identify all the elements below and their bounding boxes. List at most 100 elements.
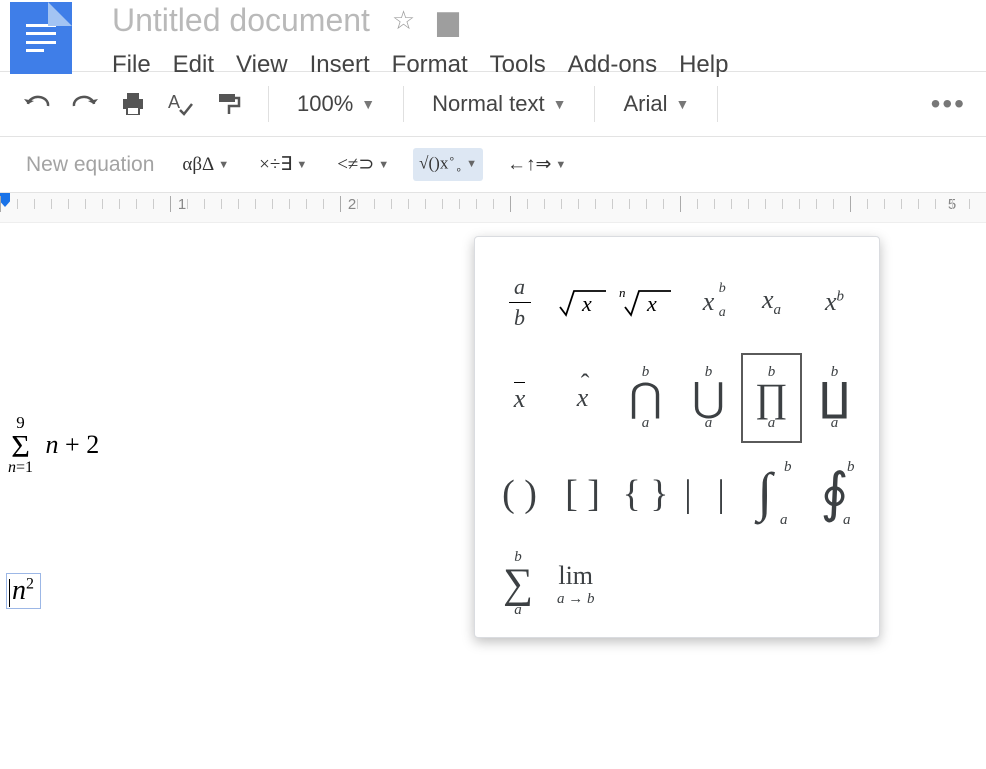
paragraph-style-dropdown[interactable]: Normal text ▼ xyxy=(426,91,572,117)
ruler-tick xyxy=(935,199,936,209)
ruler-tick xyxy=(102,199,103,209)
parens-button[interactable]: ( ) xyxy=(489,449,550,539)
ruler-tick xyxy=(782,199,783,209)
ruler-mark: 2 xyxy=(348,196,356,213)
ruler[interactable]: // ticks generated inline after data scr… xyxy=(0,193,986,223)
cont-integral-button[interactable]: b ∮ a xyxy=(804,449,865,539)
sum-lower: n=1 xyxy=(8,459,33,477)
move-folder-icon[interactable]: ▆ xyxy=(437,4,459,37)
eq-operators-dropdown[interactable]: ×÷∃▼ xyxy=(253,149,313,180)
braces-button[interactable]: { } xyxy=(615,449,676,539)
nthroot-button[interactable]: nx xyxy=(615,257,676,347)
ruler-tick xyxy=(748,199,749,209)
ruler-tick xyxy=(493,199,494,209)
menu-format[interactable]: Format xyxy=(392,51,468,79)
ruler-tick xyxy=(340,196,341,212)
ruler-tick xyxy=(238,199,239,209)
integral-button[interactable]: b ∫ a xyxy=(741,449,802,539)
ruler-mark: 1 xyxy=(178,196,186,213)
ruler-tick xyxy=(850,196,851,212)
eq-relations-dropdown[interactable]: <≠⊃▼ xyxy=(331,149,395,180)
caret-down-icon: ▼ xyxy=(676,96,690,112)
ruler-tick xyxy=(136,199,137,209)
ruler-tick xyxy=(306,199,307,209)
ruler-tick xyxy=(901,199,902,209)
zoom-value: 100% xyxy=(297,91,353,117)
svg-text:x: x xyxy=(581,291,592,316)
ruler-tick xyxy=(612,199,613,209)
undo-button[interactable] xyxy=(20,87,54,121)
sigma-icon: Σ xyxy=(8,433,33,459)
ruler-tick xyxy=(697,199,698,209)
indent-marker-icon[interactable] xyxy=(0,193,10,207)
ruler-tick xyxy=(544,199,545,209)
eq-greek-dropdown[interactable]: αβΔ▼ xyxy=(176,150,235,180)
spellcheck-button[interactable]: A xyxy=(164,87,198,121)
ruler-tick xyxy=(867,199,868,209)
subsup-button[interactable]: xba xyxy=(678,257,739,347)
font-dropdown[interactable]: Arial ▼ xyxy=(617,91,695,117)
redo-button[interactable] xyxy=(68,87,102,121)
ruler-tick xyxy=(595,199,596,209)
hat-button[interactable]: ˆx xyxy=(552,353,613,443)
brackets-button[interactable]: [ ] xyxy=(552,449,613,539)
ruler-tick xyxy=(510,196,511,212)
ruler-tick xyxy=(391,199,392,209)
coproduct-button[interactable]: b∐a xyxy=(804,353,865,443)
limit-button[interactable]: lim a → b xyxy=(557,561,595,608)
ruler-tick xyxy=(357,199,358,209)
ruler-tick xyxy=(561,199,562,209)
product-button[interactable]: b∏a xyxy=(741,353,802,443)
ruler-tick xyxy=(323,199,324,209)
caret-down-icon: ▼ xyxy=(361,96,375,112)
ruler-tick xyxy=(578,199,579,209)
ruler-tick xyxy=(187,199,188,209)
menu-edit[interactable]: Edit xyxy=(173,51,214,79)
sqrt-button[interactable]: x xyxy=(552,257,613,347)
print-button[interactable] xyxy=(116,87,150,121)
eq-arrows-dropdown[interactable]: ←↑⇒▼ xyxy=(501,149,572,180)
ruler-tick xyxy=(765,199,766,209)
menu-view[interactable]: View xyxy=(236,51,288,79)
ruler-tick xyxy=(799,199,800,209)
ruler-tick xyxy=(68,199,69,209)
svg-text:A: A xyxy=(168,92,180,112)
equation-editing[interactable]: n2 xyxy=(6,573,41,609)
abs-button[interactable]: | | xyxy=(678,449,739,539)
fraction-button[interactable]: a b xyxy=(489,257,550,347)
new-equation-button[interactable]: New equation xyxy=(26,153,154,177)
star-icon[interactable]: ☆ xyxy=(392,5,415,36)
bigcup-button[interactable]: b⋃a xyxy=(678,353,739,443)
ruler-tick xyxy=(17,199,18,209)
ruler-tick xyxy=(0,196,1,212)
sum-button[interactable]: b∑a xyxy=(503,549,533,619)
ruler-tick xyxy=(255,199,256,209)
equation-sum[interactable]: 9 Σ n=1 n + 2 xyxy=(8,413,99,477)
menu-tools[interactable]: Tools xyxy=(490,51,546,79)
caret-down-icon: ▼ xyxy=(553,96,567,112)
ruler-tick xyxy=(425,199,426,209)
ruler-tick xyxy=(221,199,222,209)
bigcap-button[interactable]: b⋂a xyxy=(615,353,676,443)
svg-text:n: n xyxy=(619,285,626,300)
menu-file[interactable]: File xyxy=(112,51,151,79)
ruler-tick xyxy=(459,199,460,209)
menu-addons[interactable]: Add-ons xyxy=(568,51,657,79)
zoom-dropdown[interactable]: 100% ▼ xyxy=(291,91,381,117)
ruler-tick xyxy=(442,199,443,209)
math-symbols-dropdown-panel: a b x nx xba xa xb x ˆx b⋂a xyxy=(474,236,880,638)
paint-format-button[interactable] xyxy=(212,87,246,121)
menu-help[interactable]: Help xyxy=(679,51,728,79)
document-title[interactable]: Untitled document xyxy=(112,2,370,39)
eq-math-dropdown[interactable]: √()x∘∘▼ xyxy=(413,148,483,180)
superscript-button[interactable]: xb xyxy=(804,257,865,347)
overbar-button[interactable]: x xyxy=(489,353,550,443)
docs-logo-icon[interactable] xyxy=(10,2,72,74)
menu-insert[interactable]: Insert xyxy=(310,51,370,79)
ruler-tick xyxy=(34,199,35,209)
ruler-tick xyxy=(527,199,528,209)
font-value: Arial xyxy=(623,91,667,117)
subscript-button[interactable]: xa xyxy=(741,257,802,347)
more-tools-button[interactable]: ••• xyxy=(931,88,966,120)
main-toolbar: A 100% ▼ Normal text ▼ Arial ▼ ••• xyxy=(0,71,986,137)
